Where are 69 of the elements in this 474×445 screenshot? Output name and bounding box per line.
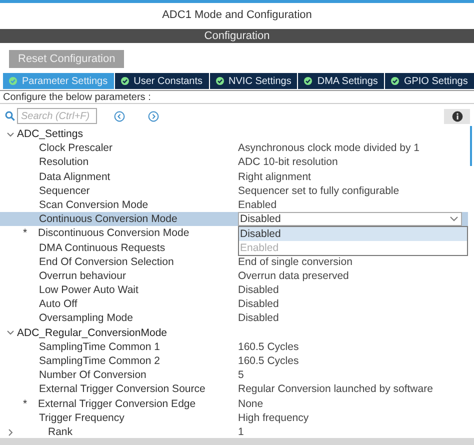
param-value: Disabled (238, 283, 279, 298)
dropdown-option: Enabled (239, 241, 467, 256)
check-circle-icon (390, 77, 399, 85)
param-value: 160.5 Cycles (238, 354, 299, 368)
caret-icon (450, 216, 458, 222)
tab[interactable]: User Constants (114, 73, 209, 89)
tab[interactable]: GPIO Settings (384, 73, 474, 89)
param-value: Disabled (238, 311, 279, 326)
search-icon (5, 111, 15, 121)
tab[interactable]: NVIC Settings (210, 73, 298, 89)
check-circle-icon (304, 77, 312, 85)
asterisk-marker: * (23, 226, 28, 241)
section-title: Configuration (0, 29, 474, 43)
chevron-right-icon[interactable] (6, 428, 14, 436)
param-label[interactable]: Trigger Frequency (33, 410, 124, 425)
param-value: Right alignment (238, 170, 311, 184)
param-value: 1 (238, 424, 244, 440)
param-value: Disabled (238, 297, 279, 312)
param-label[interactable]: End Of Conversion Selection (33, 254, 174, 269)
check-circle-icon (120, 77, 129, 85)
scrollbar[interactable] (470, 126, 472, 166)
selected-row-highlight[interactable]: Continuous Conversion Mode Disabled (0, 212, 468, 226)
asterisk-marker: * (23, 396, 28, 411)
param-label[interactable]: Discontinuous Conversion Mode (33, 226, 190, 241)
info-icon (452, 110, 462, 122)
param-value: 5 (238, 368, 244, 382)
param-label[interactable]: SamplingTime Common 1 (33, 340, 160, 354)
param-label[interactable]: Overrun behaviour (33, 268, 126, 284)
param-label[interactable]: Resolution (33, 155, 89, 170)
horizontal-scrollbar[interactable] (0, 438, 474, 445)
param-value: Regular Conversion launched by software (238, 382, 433, 397)
param-value: Overrun data preserved (238, 268, 349, 284)
param-label[interactable]: External Trigger Conversion Edge (33, 396, 196, 411)
check-circle-icon (9, 77, 17, 85)
previous-icon[interactable] (114, 110, 125, 122)
param-label[interactable]: Sequencer (33, 184, 90, 198)
chevron-down-icon[interactable] (6, 329, 14, 336)
param-value: Enabled (238, 198, 277, 212)
param-label[interactable]: Number Of Conversion (33, 368, 146, 382)
param-label[interactable]: External Trigger Conversion Source (33, 382, 206, 397)
param-value: Sequencer set to fully configurable (238, 184, 400, 198)
param-value: 160.5 Cycles (238, 340, 299, 354)
param-label[interactable]: Continuous Conversion Mode (33, 212, 178, 226)
group-label[interactable]: ADC_Regular_ConversionMode (15, 326, 167, 340)
param-label[interactable]: Data Alignment (33, 170, 110, 184)
chevron-down-icon[interactable] (6, 130, 14, 138)
instructions-text: Configure the below parameters : (0, 90, 474, 104)
param-label[interactable]: Scan Conversion Mode (33, 198, 148, 212)
param-label[interactable]: DMA Continuous Requests (33, 240, 166, 255)
param-label[interactable]: Auto Off (33, 297, 78, 312)
param-value: Asynchronous clock mode divided by 1 (238, 141, 420, 156)
param-label[interactable]: Low Power Auto Wait (33, 283, 138, 298)
param-value: End of single conversion (238, 254, 352, 269)
dropdown-option[interactable]: Disabled (239, 227, 467, 242)
param-value: None (238, 396, 264, 411)
search-field[interactable]: Search (Ctrl+F) (17, 108, 97, 124)
param-label[interactable]: SamplingTime Common 2 (33, 354, 160, 368)
dropdown-field[interactable]: Disabled (238, 212, 462, 226)
check-circle-icon (216, 77, 224, 85)
tab[interactable]: DMA Settings (298, 73, 384, 89)
info-button[interactable] (444, 108, 470, 124)
param-label[interactable]: Rank (15, 424, 73, 440)
next-icon[interactable] (148, 110, 159, 122)
param-value: High frequency (238, 410, 309, 425)
group-label[interactable]: ADC_Settings (15, 127, 83, 142)
param-value: ADC 10-bit resolution (238, 155, 338, 170)
window-title: ADC1 Mode and Configuration (161, 8, 313, 23)
param-label[interactable]: Clock Prescaler (33, 141, 113, 156)
param-label[interactable]: Oversampling Mode (33, 311, 133, 326)
